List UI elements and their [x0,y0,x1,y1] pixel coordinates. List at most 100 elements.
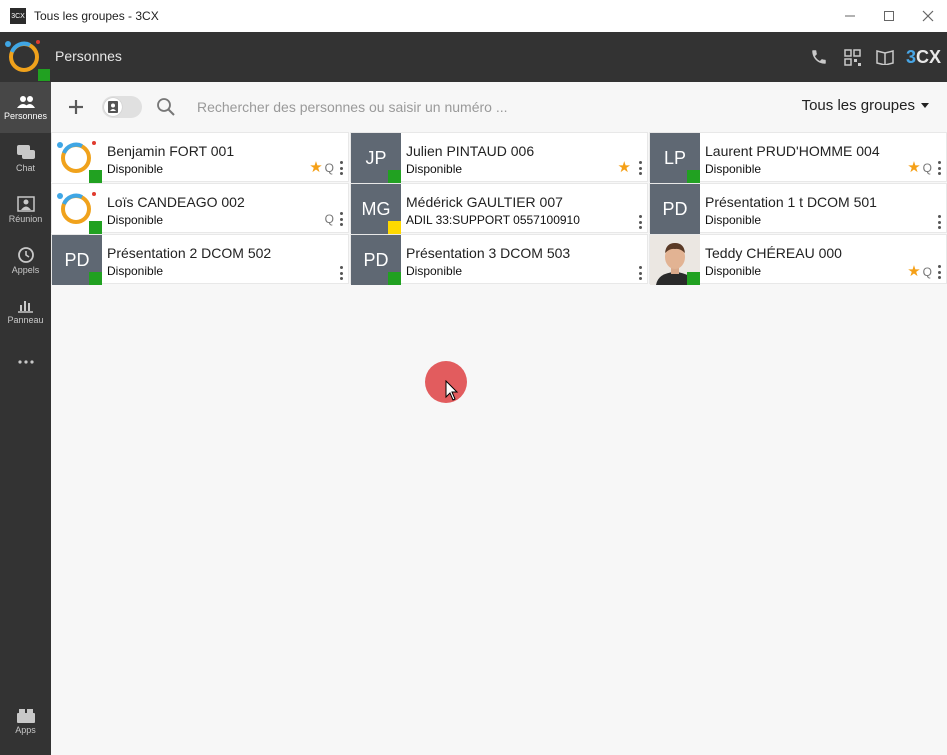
close-icon [922,10,933,22]
add-contact-button[interactable] [65,96,87,118]
contact-name: Julien PINTAUD 006 [406,143,535,159]
sidebar-item-label: Panneau [7,315,44,325]
more-options-icon[interactable] [338,266,344,280]
queue-indicator: Q [922,161,932,175]
queue-indicator: Q [324,161,334,175]
more-options-icon[interactable] [637,215,643,229]
contacts-toggle[interactable] [102,96,142,118]
contact-card[interactable]: PD Présentation 1 t DCOM 501 Disponible [649,183,947,234]
panel-icon [18,301,33,313]
contact-card[interactable]: Loïs CANDEAGO 002 Disponible Q [51,183,349,234]
contact-actions: ★ Q [907,264,942,279]
presence-indicator [89,221,102,234]
contact-status: Disponible [107,264,164,278]
more-options-icon[interactable] [338,161,344,175]
group-select[interactable]: Tous les groupes [802,97,929,114]
sidebar-item-reunion[interactable]: Réunion [0,184,51,235]
mouse-cursor-icon [445,380,459,401]
contact-card-icon [108,101,118,113]
app-logo-icon: 3CX [10,8,26,24]
contact-card[interactable]: MG Médérick GAULTIER 007 ADIL 33:SUPPORT… [350,183,648,234]
user-avatar[interactable] [0,32,51,82]
contact-card[interactable]: PD Présentation 2 DCOM 502 Disponible [51,234,349,285]
qr-code-icon [844,48,861,66]
contact-name: Loïs CANDEAGO 002 [107,194,245,210]
presence-indicator [89,272,102,285]
contact-actions: ★ Q [309,160,344,175]
window-titlebar: 3CX Tous les groupes - 3CX [0,0,947,32]
contact-status: Disponible [705,264,762,278]
contact-card[interactable]: JP Julien PINTAUD 006 Disponible ★ [350,132,648,183]
qr-code-button[interactable] [836,32,869,82]
star-icon[interactable]: ★ [907,264,920,279]
contact-name: Benjamin FORT 001 [107,143,235,159]
sidebar-item-appels[interactable]: Appels [0,235,51,286]
history-icon [18,247,34,263]
app-header: Personnes 3CX [0,32,947,82]
contact-card[interactable]: Benjamin FORT 001 Disponible ★ Q [51,132,349,183]
contact-actions: ★ Q [907,160,942,175]
phone-icon [812,50,827,64]
book-icon [876,50,895,65]
group-select-label: Tous les groupes [801,97,915,114]
dialer-button[interactable] [803,32,836,82]
contact-status: Disponible [406,264,463,278]
contact-name: Laurent PRUD'HOMME 004 [705,143,880,159]
sidebar: Personnes Chat Réunion Appels Panneau Ap… [0,82,51,755]
contact-actions [637,215,643,229]
phonebook-button[interactable] [869,32,902,82]
chat-icon [16,144,35,159]
more-options-icon[interactable] [637,266,643,280]
more-options-icon[interactable] [936,215,942,229]
presence-indicator [388,221,401,234]
presence-indicator [687,170,700,183]
people-icon [16,95,35,108]
sidebar-item-personnes[interactable]: Personnes [0,82,51,133]
maximize-button[interactable] [869,0,908,32]
star-icon[interactable]: ★ [618,160,631,175]
plus-icon [69,100,83,114]
contact-name: Teddy CHÉREAU 000 [705,245,842,261]
minimize-icon [844,15,855,17]
contact-name: Présentation 2 DCOM 502 [107,245,272,261]
contact-status: Disponible [705,213,762,227]
more-options-icon[interactable] [637,161,643,175]
window-title: Tous les groupes - 3CX [34,9,159,23]
sidebar-item-apps[interactable]: Apps [0,696,51,747]
maximize-icon [883,11,894,21]
contact-card[interactable]: LP Laurent PRUD'HOMME 004 Disponible ★ Q [649,132,947,183]
window-controls [830,0,947,32]
chevron-down-icon [921,103,929,108]
contact-actions [936,215,942,229]
contact-name: Présentation 1 t DCOM 501 [705,194,877,210]
star-icon[interactable]: ★ [907,160,920,175]
contact-card[interactable]: Teddy CHÉREAU 000 Disponible ★ Q [649,234,947,285]
star-icon[interactable]: ★ [309,160,322,175]
presence-indicator [687,272,700,285]
search-input[interactable] [197,96,757,118]
presence-indicator [388,170,401,183]
more-options-icon[interactable] [338,212,344,226]
sidebar-item-label: Appels [11,265,40,275]
sidebar-item-more[interactable] [0,337,51,388]
header-actions: 3CX [803,32,947,82]
contact-actions: ★ [618,160,643,175]
presence-indicator [388,272,401,285]
sidebar-item-label: Personnes [3,110,48,121]
sidebar-item-label: Apps [15,724,36,735]
more-icon [17,359,34,364]
contact-status: Disponible [107,213,164,227]
sidebar-item-chat[interactable]: Chat [0,133,51,184]
more-options-icon[interactable] [936,161,942,175]
contact-card[interactable]: PD Présentation 3 DCOM 503 Disponible [350,234,648,285]
meeting-icon [16,195,35,212]
contact-actions: Q [325,212,344,226]
more-options-icon[interactable] [936,265,942,279]
sidebar-item-panneau[interactable]: Panneau [0,286,51,337]
contact-status: ADIL 33:SUPPORT 0557100910 [406,213,580,227]
brand-logo: 3CX [905,46,941,67]
contact-name: Médérick GAULTIER 007 [406,194,563,210]
close-button[interactable] [908,0,947,32]
toggle-knob [104,98,122,116]
minimize-button[interactable] [830,0,869,32]
